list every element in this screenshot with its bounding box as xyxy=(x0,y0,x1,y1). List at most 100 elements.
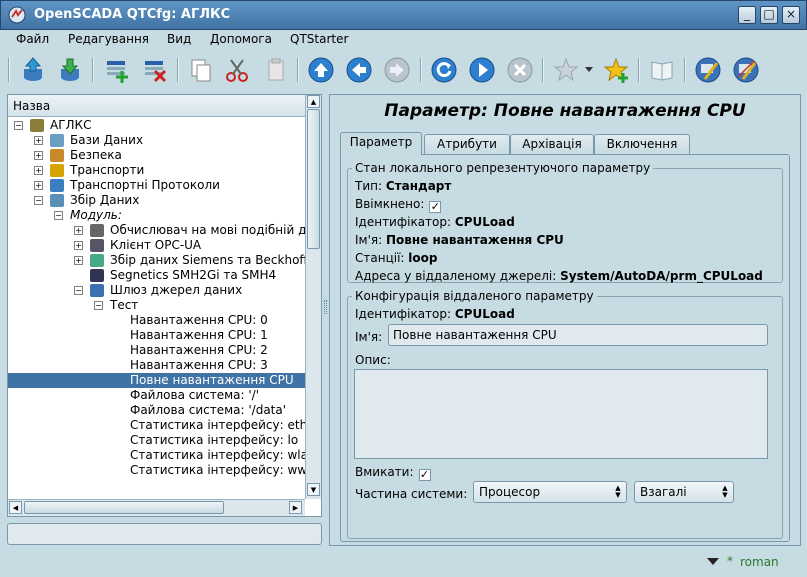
system-part-subselect[interactable]: Взагалі ▲ ▼ xyxy=(634,481,734,503)
tree-item[interactable]: + Збір даних Siemens та Beckhoff xyxy=(8,253,305,268)
tree-item[interactable]: − Модуль: xyxy=(8,208,305,223)
enable-checkbox[interactable]: ✓ xyxy=(418,469,431,481)
tree-item-label: Збір Даних xyxy=(70,193,140,207)
tree-item[interactable]: Навантаження CPU: 2 xyxy=(8,343,305,358)
description-textarea[interactable] xyxy=(354,369,768,459)
menu-edit[interactable]: Редагування xyxy=(68,32,149,46)
back-arrow-icon[interactable] xyxy=(344,55,374,85)
tree-vertical-scrollbar[interactable]: ▲ ▼ xyxy=(305,95,321,499)
tree-item[interactable]: − АГЛКС xyxy=(8,118,305,133)
tree-item[interactable]: + Транспортні Протоколи xyxy=(8,178,305,193)
tree-item[interactable]: Segnetics SMH2Gi та SMH4 xyxy=(8,268,305,283)
scroll-thumb[interactable] xyxy=(307,109,320,249)
dropdown-arrow-icon[interactable] xyxy=(706,557,720,567)
spin-arrows-icon: ▲ ▼ xyxy=(722,484,728,499)
admin-tool-icon[interactable] xyxy=(693,55,723,85)
admin-tool-2-icon[interactable] xyxy=(731,55,761,85)
db-load-icon[interactable] xyxy=(18,55,48,85)
collapse-icon[interactable]: − xyxy=(34,196,43,205)
system-part-subvalue: Взагалі xyxy=(640,485,687,499)
favorites-icon[interactable] xyxy=(551,55,581,85)
add-item-icon[interactable] xyxy=(102,55,132,85)
tree-item[interactable]: + Бази Даних xyxy=(8,133,305,148)
hscroll-thumb[interactable] xyxy=(24,501,224,514)
db-save-icon[interactable] xyxy=(55,55,85,85)
tree-item-label: Збір даних Siemens та Beckhoff xyxy=(110,253,305,267)
tree-item[interactable]: Статистика інтерфейсу: wlan0 xyxy=(8,448,305,463)
expand-icon[interactable]: + xyxy=(34,166,43,175)
delete-item-icon[interactable] xyxy=(140,55,170,85)
navigation-tree[interactable]: − АГЛКС + Бази Даних + Безпека + Транспорти + Тра… xyxy=(8,117,305,499)
name-label: Ім'я: xyxy=(355,233,383,247)
close-button[interactable]: × xyxy=(782,6,800,24)
tree-item[interactable]: + Клієнт OPC-UA xyxy=(8,238,305,253)
up-arrow-icon[interactable] xyxy=(306,55,336,85)
tree-item[interactable]: − Шлюз джерел даних xyxy=(8,283,305,298)
tree-item-label: Клієнт OPC-UA xyxy=(110,238,202,252)
menu-view[interactable]: Вид xyxy=(167,32,191,46)
tab-inclusion[interactable]: Включення xyxy=(594,134,690,154)
stations-row: Станції: loop xyxy=(355,251,437,265)
maximize-button[interactable]: □ xyxy=(760,6,778,24)
scroll-left-arrow-icon[interactable]: ◀ xyxy=(9,501,22,514)
tree-item[interactable]: − Збір Даних xyxy=(8,193,305,208)
chevron-down-icon[interactable] xyxy=(584,66,594,74)
tree-item[interactable]: Навантаження CPU: 1 xyxy=(8,328,305,343)
tab-content: Стан локального репрезентуючого параметр… xyxy=(340,154,790,542)
expand-icon[interactable]: + xyxy=(34,181,43,190)
tree-item-label: Навантаження CPU: 1 xyxy=(130,328,268,342)
scroll-down-arrow-icon[interactable]: ▼ xyxy=(307,483,320,496)
enabled-checkbox[interactable]: ✓ xyxy=(429,201,442,213)
tree-item[interactable]: Статистика інтерфейсу: eth0 xyxy=(8,418,305,433)
config-name-label: Ім'я: xyxy=(355,330,383,344)
paste-icon[interactable] xyxy=(261,55,291,85)
status-field[interactable] xyxy=(7,523,322,545)
forward-arrow-icon[interactable] xyxy=(382,55,412,85)
copy-icon[interactable] xyxy=(186,55,216,85)
collapse-icon[interactable]: − xyxy=(54,211,63,220)
refresh-icon[interactable] xyxy=(429,55,459,85)
tree-column-header[interactable]: Назва xyxy=(8,95,305,117)
collapse-icon[interactable]: − xyxy=(74,286,83,295)
tree-item[interactable]: Навантаження CPU: 3 xyxy=(8,358,305,373)
tree-item[interactable]: + Транспорти xyxy=(8,163,305,178)
config-name-input[interactable]: Повне навантаження CPU xyxy=(388,324,768,346)
stations-value: loop xyxy=(408,251,438,265)
config-group-title: Конфігурація віддаленого параметру xyxy=(355,289,594,303)
system-part-select[interactable]: Процесор ▲ ▼ xyxy=(473,481,627,503)
help-book-icon[interactable] xyxy=(647,55,677,85)
tree-item[interactable]: Навантаження CPU: 0 xyxy=(8,313,305,328)
expand-icon[interactable]: + xyxy=(74,226,83,235)
tree-item[interactable]: + Безпека xyxy=(8,148,305,163)
expand-icon[interactable]: + xyxy=(74,241,83,250)
cut-icon[interactable] xyxy=(222,55,252,85)
tree-item[interactable]: Файлова система: '/' xyxy=(8,388,305,403)
tab-parameter[interactable]: Параметр xyxy=(340,132,422,155)
scroll-right-arrow-icon[interactable]: ▶ xyxy=(289,501,302,514)
collapse-icon[interactable]: − xyxy=(94,301,103,310)
stop-icon[interactable] xyxy=(505,55,535,85)
collapse-icon[interactable]: − xyxy=(14,121,23,130)
description-label: Опис: xyxy=(355,353,391,367)
expand-icon[interactable]: + xyxy=(34,151,43,160)
panel-splitter[interactable] xyxy=(324,300,327,314)
expand-icon[interactable]: + xyxy=(74,256,83,265)
menu-qtstarter[interactable]: QTStarter xyxy=(290,32,348,46)
expand-icon[interactable]: + xyxy=(34,136,43,145)
tree-item[interactable]: Повне навантаження CPU xyxy=(8,373,305,388)
tree-item[interactable]: − Тест xyxy=(8,298,305,313)
start-icon[interactable] xyxy=(467,55,497,85)
tree-horizontal-scrollbar[interactable]: ◀ ▶ xyxy=(8,499,305,516)
tree-item[interactable]: Статистика інтерфейсу: wwan0 xyxy=(8,463,305,478)
tree-item[interactable]: Статистика інтерфейсу: lo xyxy=(8,433,305,448)
tree-item[interactable]: + Обчислювач на мові подібній до Java xyxy=(8,223,305,238)
current-user[interactable]: roman xyxy=(740,555,779,569)
tree-item[interactable]: Файлова система: '/data' xyxy=(8,403,305,418)
tab-archiving[interactable]: Архівація xyxy=(510,134,594,154)
add-favorite-icon[interactable] xyxy=(601,55,631,85)
scroll-up-arrow-icon[interactable]: ▲ xyxy=(307,95,320,108)
menu-file[interactable]: Файл xyxy=(16,32,49,46)
tab-attributes[interactable]: Атрибути xyxy=(424,134,510,154)
minimize-button[interactable]: _ xyxy=(738,6,756,24)
menu-help[interactable]: Допомога xyxy=(210,32,272,46)
